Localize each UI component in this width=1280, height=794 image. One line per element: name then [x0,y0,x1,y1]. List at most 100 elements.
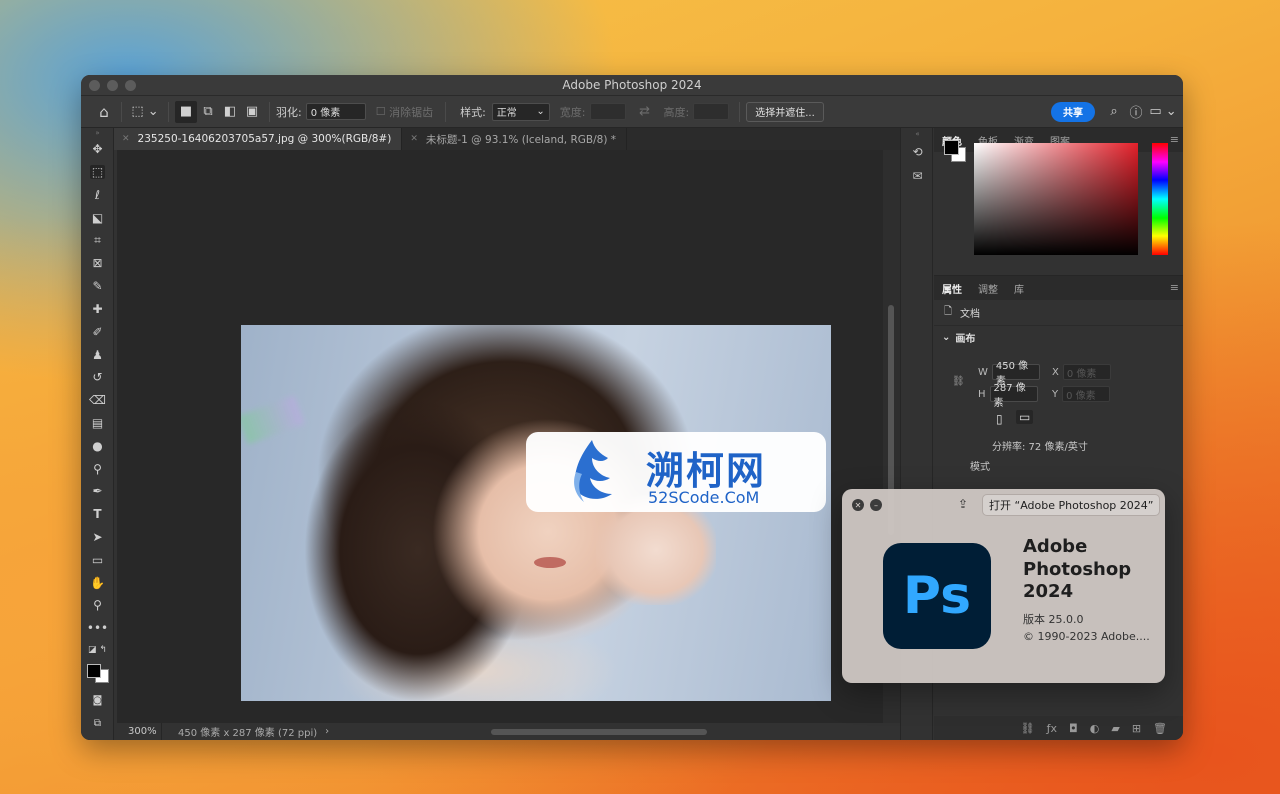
share-button[interactable]: 共享 [1051,101,1095,122]
canvas-area[interactable]: 溯柯网 52SCode.CoM [117,150,883,723]
crop-tool-icon[interactable]: ⌗ [81,229,114,252]
h-label: H [978,388,986,400]
style-label: 样式: [460,105,486,119]
height-label: 高度: [663,105,690,119]
horizontal-scroll-thumb[interactable] [491,729,707,735]
minimize-icon[interactable]: – [870,499,882,511]
zoom-level[interactable]: 300% [114,723,162,740]
search-icon[interactable]: ⌕ [1103,101,1125,123]
history-brush-tool-icon[interactable]: ↺ [81,366,114,389]
watermark: 溯柯网 52SCode.CoM [526,432,826,512]
layer-mask-icon[interactable]: ◘ [1069,722,1078,735]
type-tool-icon[interactable]: T [81,503,114,526]
new-selection-icon[interactable]: ■ [175,100,197,123]
close-icon[interactable]: ✕ [852,499,864,511]
help-icon[interactable]: ⓘ [1125,101,1147,123]
antialias-checkbox[interactable]: ☐ 消除锯齿 [376,104,433,120]
zoom-tool-icon[interactable]: ⚲ [81,594,114,617]
rectangle-tool-icon[interactable]: ▭ [81,548,114,571]
close-icon[interactable]: ✕ [122,134,130,144]
tab-label: 235250-16406203705a57.jpg @ 300%(RGB/8#) [137,133,392,145]
frame-tool-icon[interactable]: ⊠ [81,252,114,275]
dodge-tool-icon[interactable]: ⚲ [81,457,114,480]
history-panel-icon[interactable]: ⟲ [901,140,934,164]
link-icon[interactable]: ⛓ [952,376,965,387]
lasso-tool-icon[interactable]: ℓ [81,184,114,207]
foreground-color-swatch[interactable] [87,663,101,678]
panel-collapse-icon[interactable]: « [901,128,934,140]
color-picker-field[interactable] [974,143,1138,255]
subtract-selection-icon[interactable]: ◧ [219,101,241,123]
landscape-orientation-icon[interactable]: ▭ [1016,410,1034,424]
y-field-group: Y 0 像素 [1052,386,1111,402]
trash-icon[interactable]: 🗑 [1153,722,1167,735]
canvas-x-input[interactable]: 0 像素 [1062,364,1111,380]
open-app-button[interactable]: 打开 “Adobe Photoshop 2024” [982,494,1161,516]
feather-label: 羽化: [276,105,302,119]
canvas-height-input[interactable]: 287 像素 [989,383,1038,409]
fx-icon[interactable]: ƒx [1047,722,1057,735]
brush-tool-icon[interactable]: ✐ [81,320,114,343]
feather-input[interactable]: 0 像素 [305,103,366,120]
status-menu-icon[interactable]: › [325,726,329,737]
intersect-selection-icon[interactable]: ▣ [241,101,263,123]
hand-tool-icon[interactable]: ✋ [81,571,114,594]
marquee-preset-icon[interactable]: ⬚ ⌄ [128,101,162,123]
hue-slider[interactable] [1152,143,1168,255]
object-select-tool-icon[interactable]: ⬕ [81,206,114,229]
workspace-icon[interactable]: ▭ ⌄ [1147,101,1179,123]
link-layers-icon[interactable]: ⛓ [1021,722,1035,735]
eraser-tool-icon[interactable]: ⌫ [81,389,114,412]
style-select[interactable]: 正常 ⌄ [491,102,550,121]
tab-properties[interactable]: 属性 [934,276,970,300]
panel-menu-icon[interactable]: ≡ [1170,281,1179,294]
canvas-width-input[interactable]: 450 像素 [991,361,1040,387]
canvas-section-header[interactable]: ⌄ 画布 [934,326,1183,348]
title-bar: Adobe Photoshop 2024 [81,75,1183,96]
path-select-tool-icon[interactable]: ➤ [81,526,114,549]
screen-mode-icon[interactable]: ⧉ [81,712,114,735]
home-icon[interactable]: ⌂ [93,101,115,123]
app-copyright: © 1990-2023 Adobe.... [1023,630,1150,643]
about-dialog: ✕ – ⇪ 打开 “Adobe Photoshop 2024” Ps Adobe… [842,489,1165,683]
divider [445,101,447,122]
canvas-y-input[interactable]: 0 像素 [1062,386,1111,402]
comments-panel-icon[interactable]: ✉ [901,164,934,188]
eyedropper-tool-icon[interactable]: ✎ [81,275,114,298]
document-image[interactable] [241,325,831,701]
width-field-group: W 450 像素 [978,361,1040,387]
fg-bg-color[interactable] [944,140,968,164]
panel-menu-icon[interactable]: ≡ [1170,133,1179,146]
new-group-icon[interactable]: ▰ [1111,722,1119,735]
tab-adjustments[interactable]: 调整 [970,276,1006,300]
app-name: Adobe Photoshop 2024 [1023,536,1132,602]
blur-tool-icon[interactable]: ● [81,434,114,457]
stamp-tool-icon[interactable]: ♟ [81,343,114,366]
foreground-color-swatch[interactable] [944,140,959,155]
close-icon[interactable]: ✕ [410,134,418,144]
healing-brush-tool-icon[interactable]: ✚ [81,298,114,321]
width-label: 宽度: [559,105,586,119]
tab-document-1[interactable]: ✕ 235250-16406203705a57.jpg @ 300%(RGB/8… [114,128,403,150]
pen-tool-icon[interactable]: ✒ [81,480,114,503]
portrait-orientation-icon[interactable]: ▯ [996,412,1003,426]
swap-colors-icon[interactable]: ◪ ↰ [81,640,114,660]
select-and-mask-button[interactable]: 选择并遮住... [746,101,824,122]
tab-document-2[interactable]: ✕ 未标题-1 @ 93.1% (Iceland, RGB/8) * [402,128,628,150]
width-input[interactable] [589,103,626,120]
more-tools-icon[interactable]: ••• [81,617,114,640]
marquee-tool-icon[interactable]: ⬚ [81,161,114,184]
new-layer-icon[interactable]: ⊞ [1132,722,1141,735]
add-selection-icon[interactable]: ⧉ [197,101,219,123]
move-tool-icon[interactable]: ✥ [81,138,114,161]
color-swatches[interactable] [81,660,114,690]
panel-collapse-icon[interactable]: » [81,128,114,138]
share-icon[interactable]: ⇪ [958,497,968,511]
height-input[interactable] [693,103,730,120]
quick-mask-icon[interactable]: ◙ [81,690,114,713]
gradient-tool-icon[interactable]: ▤ [81,412,114,435]
adjustment-layer-icon[interactable]: ◐ [1090,722,1100,735]
canvas-label: 画布 [955,333,976,345]
swap-icon[interactable]: ⇄ [634,101,656,123]
tab-libraries[interactable]: 库 [1006,276,1032,300]
